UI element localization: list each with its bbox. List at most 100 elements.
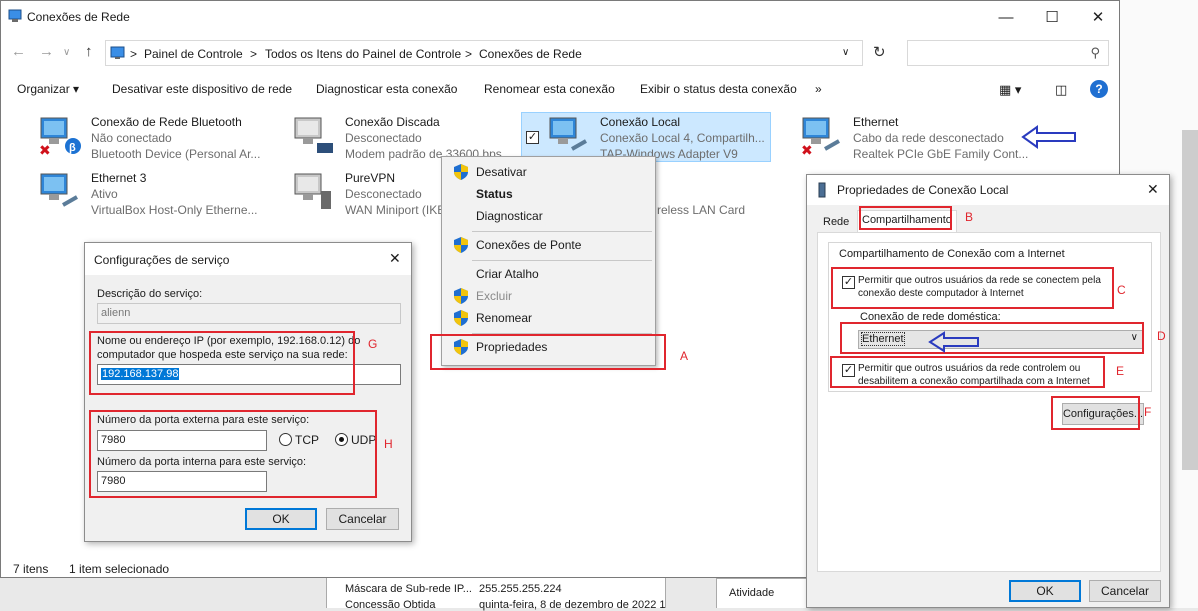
lease-value: quinta-feira, 8 de dezembro de 2022 1 <box>479 599 666 611</box>
close-button[interactable]: ✕ <box>1075 1 1121 33</box>
annotation-label-f: F <box>1144 405 1152 419</box>
annotation-box-c <box>831 267 1114 309</box>
menu-item-diagnose[interactable]: Diagnosticar <box>442 205 655 227</box>
help-icon[interactable]: ? <box>1090 80 1108 98</box>
forward-arrow-icon[interactable]: → <box>39 43 54 60</box>
disable-device-button[interactable]: Desativar este dispositivo de rede <box>112 82 292 96</box>
connection-name: PureVPN <box>345 171 396 185</box>
control-panel-icon <box>110 46 125 59</box>
refresh-icon[interactable]: ↻ <box>873 43 886 61</box>
annotation-box-b <box>859 206 952 230</box>
connection-name: Conexão Discada <box>345 115 440 129</box>
menu-label: Conexões de Ponte <box>476 238 582 252</box>
preview-pane-icon[interactable]: ◫ <box>1055 82 1067 98</box>
dialog-close-icon[interactable]: ✕ <box>1147 181 1159 198</box>
connection-bluetooth[interactable]: ✖ β Conexão de Rede Bluetooth Não conect… <box>37 113 287 163</box>
vpn-adapter-icon <box>294 173 331 209</box>
cancel-button[interactable]: Cancelar <box>1089 580 1161 602</box>
menu-item-delete[interactable]: Excluir <box>442 285 655 307</box>
uac-shield-icon <box>454 288 468 304</box>
annotation-label-d: D <box>1157 329 1166 343</box>
network-adapter-icon <box>549 117 587 151</box>
connection-state: Conexão Local 4, Compartilh... <box>600 131 765 145</box>
network-adapter-icon <box>40 173 78 207</box>
connection-device: WAN Miniport (IKE <box>345 203 441 217</box>
item-count: 7 itens <box>13 562 49 576</box>
modem-icon <box>294 117 333 153</box>
network-adapter-icon: ✖ β <box>39 117 81 155</box>
cancel-button[interactable]: Cancelar <box>326 508 399 530</box>
connection-state: Desconectado <box>345 187 422 201</box>
connection-state: Desconectado <box>345 131 422 145</box>
connection-name: Ethernet 3 <box>91 171 147 185</box>
breadcrumb-network-connections[interactable]: Conexões de Rede <box>479 47 582 61</box>
activity-label: Atividade <box>729 587 775 599</box>
search-input[interactable]: ⚲ <box>907 40 1109 66</box>
connection-ethernet[interactable]: ✖ Ethernet Cabo da rede desconectado Rea… <box>799 113 1049 163</box>
breadcrumb-sep-icon: > <box>250 47 258 61</box>
dialog-title: Configurações de serviço <box>94 253 230 267</box>
dialog-title-bar[interactable]: Propriedades de Conexão Local ✕ <box>807 175 1169 205</box>
connection-name: Conexão de Rede Bluetooth <box>91 115 242 129</box>
connection-state: Ativo <box>91 187 118 201</box>
connection-name: Ethernet <box>853 115 899 129</box>
more-commands-button[interactable]: » <box>815 82 822 96</box>
breadcrumb-all-items[interactable]: Todos os Itens do Painel de Controle <box>265 47 461 61</box>
annotation-label-a: A <box>680 349 689 363</box>
adapter-icon <box>818 182 826 198</box>
background-status-window: Máscara de Sub-rede IP... 255.255.255.22… <box>326 576 666 611</box>
service-description-field: alienn <box>97 303 401 324</box>
rename-button[interactable]: Renomear esta conexão <box>484 82 615 96</box>
menu-item-rename[interactable]: Renomear <box>442 307 655 329</box>
view-status-button[interactable]: Exibir o status desta conexão <box>640 82 797 96</box>
up-arrow-icon[interactable]: ↑ <box>85 43 93 60</box>
minimize-button[interactable]: — <box>983 1 1029 33</box>
menu-label: Desativar <box>476 165 527 179</box>
connection-state: Cabo da rede desconectado <box>853 131 1004 145</box>
service-description-label: Descrição do serviço: <box>97 288 203 300</box>
window-title: Conexões de Rede <box>27 10 130 24</box>
connection-name: Conexão Local <box>600 115 681 129</box>
back-arrow-icon[interactable]: ← <box>11 43 26 60</box>
connection-state: Não conectado <box>91 131 172 145</box>
ok-button[interactable]: OK <box>1009 580 1081 602</box>
menu-item-shortcut[interactable]: Criar Atalho <box>442 263 655 285</box>
connection-device: Realtek PCIe GbE Family Cont... <box>853 147 1029 161</box>
diagnose-button[interactable]: Diagnosticar esta conexão <box>316 82 457 96</box>
uac-shield-icon <box>454 237 468 253</box>
address-bar[interactable]: > Painel de Controle > Todos os Itens do… <box>105 40 863 66</box>
menu-separator <box>472 260 652 261</box>
title-bar[interactable]: Conexões de Rede — ☐ ✕ <box>1 1 1119 33</box>
background-scrollbar <box>1182 130 1198 470</box>
connection-local[interactable]: ✓ Conexão Local Conexão Local 4, Compart… <box>521 112 771 162</box>
lease-label: Concessão Obtida <box>345 599 436 611</box>
breadcrumb-control-panel[interactable]: Painel de Controle <box>144 47 243 61</box>
connection-device: Bluetooth Device (Personal Ar... <box>91 147 261 161</box>
menu-label: Excluir <box>476 289 513 303</box>
annotation-label-b: B <box>965 210 974 224</box>
address-dropdown-icon[interactable]: ∨ <box>842 47 849 58</box>
menu-item-disable[interactable]: Desativar <box>442 161 655 183</box>
connection-ethernet-3[interactable]: Ethernet 3 Ativo VirtualBox Host-Only Et… <box>37 169 287 219</box>
uac-shield-icon <box>454 310 468 326</box>
selection-checkbox[interactable]: ✓ <box>526 131 539 144</box>
annotation-box-h <box>89 410 377 498</box>
maximize-button[interactable]: ☐ <box>1029 1 1075 33</box>
connection-device: VirtualBox Host-Only Etherne... <box>91 203 258 217</box>
network-folder-icon <box>8 9 22 22</box>
recent-chevron-icon[interactable]: ∨ <box>63 47 70 58</box>
menu-label: Diagnosticar <box>476 209 543 223</box>
dialog-title-bar[interactable]: Configurações de serviço ✕ <box>85 243 411 275</box>
organize-button[interactable]: Organizar ▾ <box>17 82 79 96</box>
dialog-close-icon[interactable]: ✕ <box>389 250 401 267</box>
subnet-value: 255.255.255.224 <box>479 583 562 595</box>
view-options-icon[interactable]: ▦ ▾ <box>999 82 1021 98</box>
tab-network[interactable]: Rede <box>819 213 853 233</box>
dialog-title: Propriedades de Conexão Local <box>837 183 1009 197</box>
annotation-label-c: C <box>1117 283 1126 297</box>
menu-item-bridge[interactable]: Conexões de Ponte <box>442 234 655 256</box>
connection-wireless-device: reless LAN Card <box>657 203 746 217</box>
ok-button[interactable]: OK <box>245 508 317 530</box>
connection-purevpn[interactable]: PureVPN Desconectado WAN Miniport (IKE <box>291 169 441 219</box>
menu-item-status[interactable]: Status <box>442 183 655 205</box>
